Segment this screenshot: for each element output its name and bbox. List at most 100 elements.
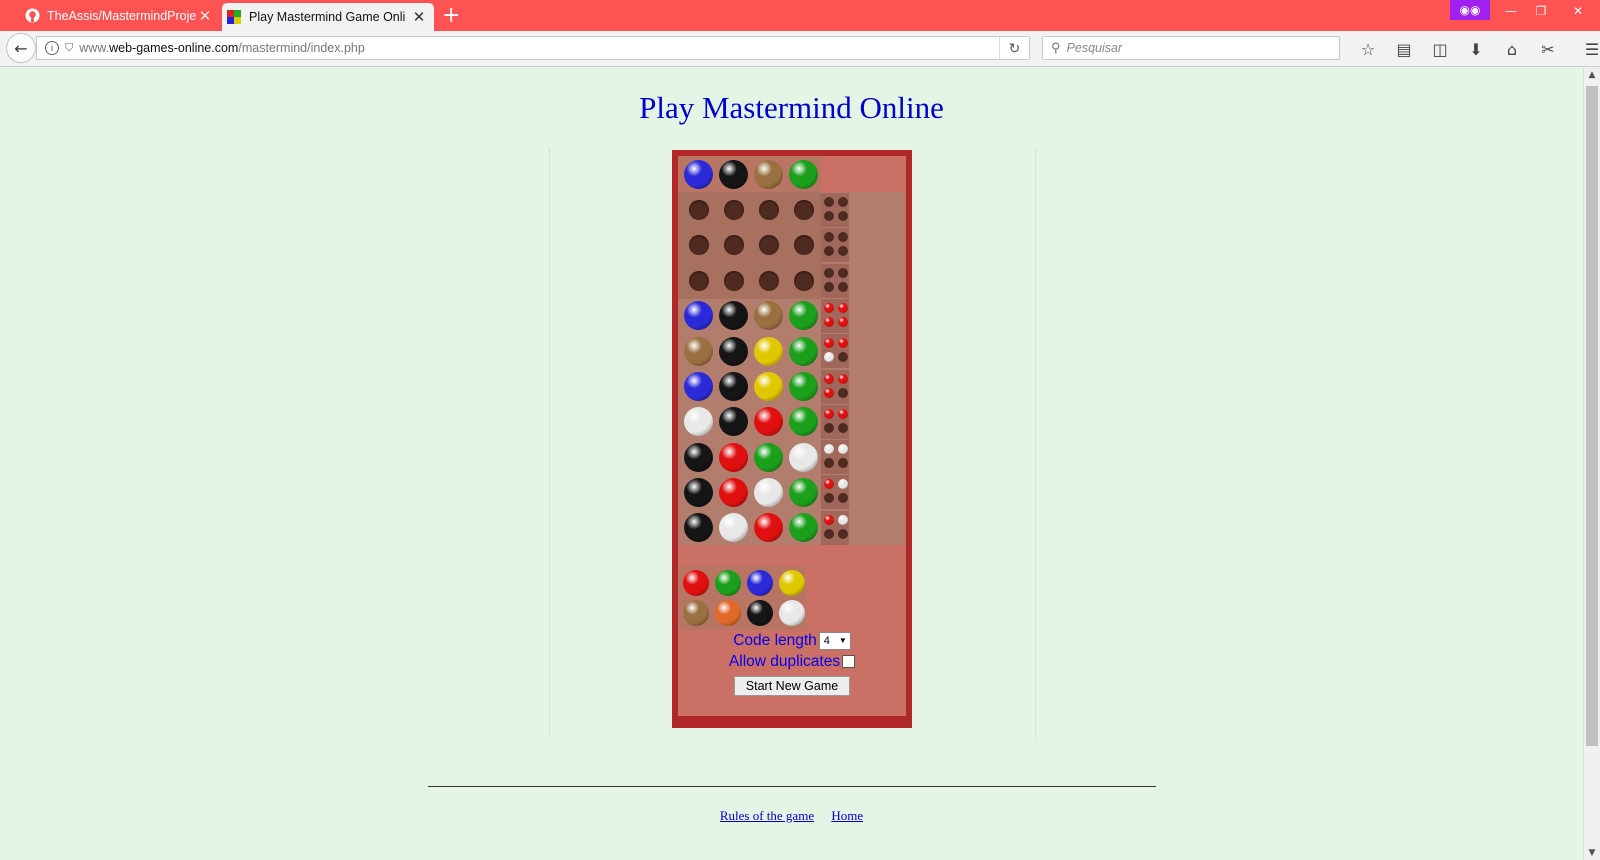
reload-icon[interactable]: ↻: [999, 37, 1029, 59]
footer: Rules of the game Home: [0, 808, 1583, 824]
empty-feedback-hole: [838, 458, 848, 469]
home-icon[interactable]: ⌂: [1494, 40, 1530, 59]
feedback-pegs: [821, 404, 849, 439]
empty-feedback-hole: [838, 211, 848, 221]
peg-slot: [786, 298, 821, 334]
extension-icon[interactable]: ✂: [1530, 40, 1566, 59]
close-tab-icon[interactable]: ✕: [410, 8, 428, 26]
feedback-pegs: [821, 193, 849, 227]
start-new-game-button[interactable]: Start New Game: [734, 676, 850, 696]
peg-slot[interactable]: [786, 263, 821, 299]
url-bar[interactable]: i ⛉ www. web-games-online.com/mastermind/…: [36, 36, 1030, 60]
github-icon: [24, 8, 40, 24]
peg-slot: [751, 404, 786, 440]
peg-slot[interactable]: [716, 227, 751, 263]
feedback-pegs: [821, 510, 849, 545]
empty-feedback-hole: [824, 422, 834, 433]
palette-color[interactable]: [744, 568, 776, 598]
restore-icon[interactable]: ❐: [1526, 0, 1556, 22]
palette-color[interactable]: [680, 568, 712, 598]
peg-slot: [786, 369, 821, 405]
new-tab-icon[interactable]: +: [442, 4, 460, 28]
blue-peg: [747, 570, 773, 596]
peg-slot[interactable]: [751, 192, 786, 228]
empty-hole: [688, 200, 709, 220]
red-peg: [683, 570, 709, 596]
black-peg: [684, 513, 713, 543]
orange-peg: [715, 600, 741, 626]
peg-slot: [681, 333, 716, 369]
code-length-value: 4: [823, 634, 830, 647]
black-peg: [684, 442, 713, 472]
white-peg: [684, 407, 713, 437]
close-window-icon[interactable]: ✕: [1556, 0, 1600, 22]
search-input[interactable]: ⚲ Pesquisar: [1042, 36, 1340, 60]
peg-slot: [716, 510, 751, 546]
red-peg: [824, 514, 834, 525]
red-peg: [754, 513, 783, 543]
peg-slot[interactable]: [786, 227, 821, 263]
black-peg: [719, 372, 748, 401]
code-length-select[interactable]: 4 ▼: [818, 631, 851, 650]
scroll-down-icon[interactable]: ▼: [1584, 848, 1600, 858]
rules-link[interactable]: Rules of the game: [720, 808, 814, 823]
peg-slot[interactable]: [716, 263, 751, 299]
palette-color[interactable]: [776, 598, 808, 628]
downloads-icon[interactable]: ⬇: [1458, 40, 1494, 59]
pocket-icon[interactable]: ◫: [1422, 40, 1458, 59]
guess-row: [678, 510, 906, 546]
peg-slot: [751, 298, 786, 334]
peg-slot[interactable]: [751, 263, 786, 299]
green-peg: [789, 407, 818, 437]
minimize-icon[interactable]: —: [1496, 0, 1526, 22]
tab-bar: TheAssis/MastermindProjec ✕ Play Masterm…: [0, 0, 1600, 31]
peg-slot[interactable]: [786, 192, 821, 228]
palette-color[interactable]: [712, 568, 744, 598]
palette-color[interactable]: [680, 598, 712, 628]
green-peg: [715, 570, 741, 596]
peg-slot[interactable]: [681, 192, 716, 228]
peg-slot[interactable]: [751, 227, 786, 263]
vertical-scrollbar[interactable]: ▲ ▼: [1583, 68, 1600, 860]
peg-slot[interactable]: [681, 263, 716, 299]
close-tab-icon[interactable]: ✕: [196, 7, 214, 25]
reading-list-icon[interactable]: ▤: [1386, 40, 1422, 59]
white-peg: [754, 477, 783, 507]
menu-icon[interactable]: ☰: [1574, 40, 1600, 59]
yellow-peg: [779, 570, 805, 596]
peg-slot: [716, 156, 751, 192]
scrollbar-thumb[interactable]: [1586, 86, 1598, 746]
peg-slot: [786, 510, 821, 546]
allow-duplicates-checkbox[interactable]: [842, 655, 856, 668]
scroll-up-icon[interactable]: ▲: [1584, 70, 1600, 80]
black-peg: [719, 407, 748, 437]
tab-mastermind[interactable]: Play Mastermind Game Onli ✕: [222, 3, 434, 31]
empty-feedback-hole: [824, 493, 834, 504]
empty-feedback-hole: [838, 387, 848, 398]
back-icon[interactable]: ←: [6, 33, 36, 63]
palette-color[interactable]: [744, 598, 776, 628]
black-peg: [719, 336, 748, 366]
bookmark-star-icon[interactable]: ☆: [1350, 40, 1386, 59]
feedback-pegs: [821, 369, 849, 404]
yellow-peg: [754, 372, 783, 401]
tracking-shield-icon[interactable]: ⛉: [65, 42, 73, 55]
tab-github[interactable]: TheAssis/MastermindProjec ✕: [20, 0, 220, 31]
green-peg: [789, 372, 818, 401]
peg-slot[interactable]: [681, 227, 716, 263]
peg-slot: [751, 439, 786, 475]
feedback-pegs: [821, 475, 849, 510]
peg-slot: [681, 439, 716, 475]
home-link[interactable]: Home: [831, 808, 863, 823]
guess-row: [678, 439, 906, 475]
url-path: /mastermind/index.php: [238, 41, 365, 55]
info-icon[interactable]: i: [45, 41, 59, 55]
guess-row: [678, 227, 906, 264]
palette-color[interactable]: [776, 568, 808, 598]
palette-color[interactable]: [712, 598, 744, 628]
peg-slot: [716, 474, 751, 510]
peg-slot: [716, 333, 751, 369]
peg-slot[interactable]: [716, 192, 751, 228]
black-peg: [684, 477, 713, 507]
red-peg: [838, 338, 848, 349]
